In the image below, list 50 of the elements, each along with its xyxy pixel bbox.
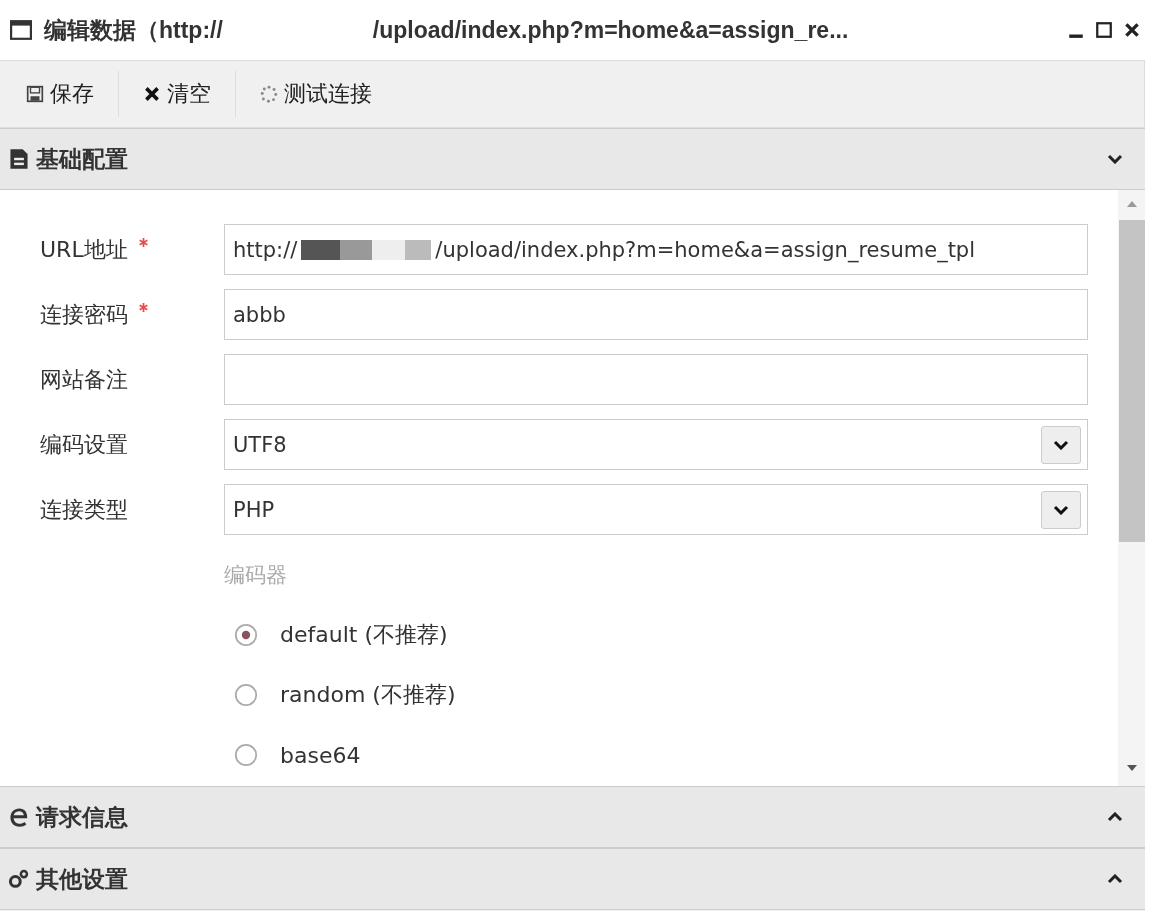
radio-button[interactable] — [234, 623, 258, 647]
chevron-down-icon — [1053, 439, 1069, 450]
field-label: 连接类型 — [40, 495, 128, 524]
dropdown-field[interactable]: UTF8 — [224, 419, 1088, 470]
window-icon — [10, 20, 32, 40]
floppy-icon — [26, 85, 44, 103]
gears-icon — [8, 868, 30, 890]
radio-button[interactable] — [234, 743, 258, 767]
radio-label[interactable]: default (不推荐) — [280, 620, 448, 650]
input-field[interactable]: abbb — [224, 289, 1088, 340]
radio-label[interactable]: random (不推荐) — [280, 680, 456, 710]
required-asterisk-icon — [138, 301, 149, 313]
scrollbar[interactable] — [1118, 190, 1145, 786]
toolbar-button[interactable]: 测试连接 — [250, 71, 382, 117]
document-icon — [8, 148, 30, 170]
field-label: 连接密码 — [40, 300, 128, 329]
toolbar-button[interactable]: 清空 — [133, 71, 221, 117]
window-title: 编辑数据（http:// — [44, 15, 223, 45]
close-icon[interactable] — [1123, 21, 1141, 39]
field-label: 网站备注 — [40, 365, 128, 394]
spinner-icon — [260, 85, 278, 103]
scroll-thumb[interactable] — [1118, 220, 1145, 542]
chevron-up-icon[interactable] — [1107, 812, 1123, 822]
close-icon — [143, 85, 161, 103]
chevron-down-icon — [1053, 504, 1069, 515]
chevron-up-icon[interactable] — [1107, 874, 1123, 884]
window-title: /upload/index.php?m=home&a=assign_re... — [372, 16, 849, 44]
chevron-down-icon[interactable] — [1107, 154, 1123, 164]
radio-label[interactable]: base64 — [280, 742, 361, 768]
section-title: 请求信息 — [36, 802, 128, 832]
browser-e-icon — [8, 806, 30, 828]
section-title: 基础配置 — [36, 144, 128, 174]
section-title: 其他设置 — [36, 864, 128, 894]
section-header[interactable]: 其他设置 — [0, 848, 1145, 910]
scroll-up-icon[interactable] — [1125, 200, 1138, 208]
scroll-down-icon[interactable] — [1125, 764, 1138, 772]
radio-button[interactable] — [234, 683, 258, 707]
field-label: URL地址 — [40, 235, 128, 264]
required-asterisk-icon — [137, 236, 149, 248]
dropdown-button[interactable] — [1041, 490, 1081, 529]
dropdown-field[interactable]: PHP — [224, 484, 1088, 535]
group-label: 编码器 — [224, 562, 288, 589]
section-header[interactable]: 请求信息 — [0, 786, 1145, 848]
field-label: 编码设置 — [40, 430, 128, 459]
input-field[interactable] — [224, 354, 1088, 405]
input-field[interactable]: http:// /upload/index.php?m=home&a=assign_resume_tpl — [224, 224, 1088, 275]
dropdown-button[interactable] — [1041, 425, 1081, 464]
maximize-icon[interactable] — [1095, 21, 1113, 39]
section-header[interactable]: 基础配置 — [0, 128, 1145, 190]
toolbar-button[interactable]: 保存 — [16, 71, 104, 117]
